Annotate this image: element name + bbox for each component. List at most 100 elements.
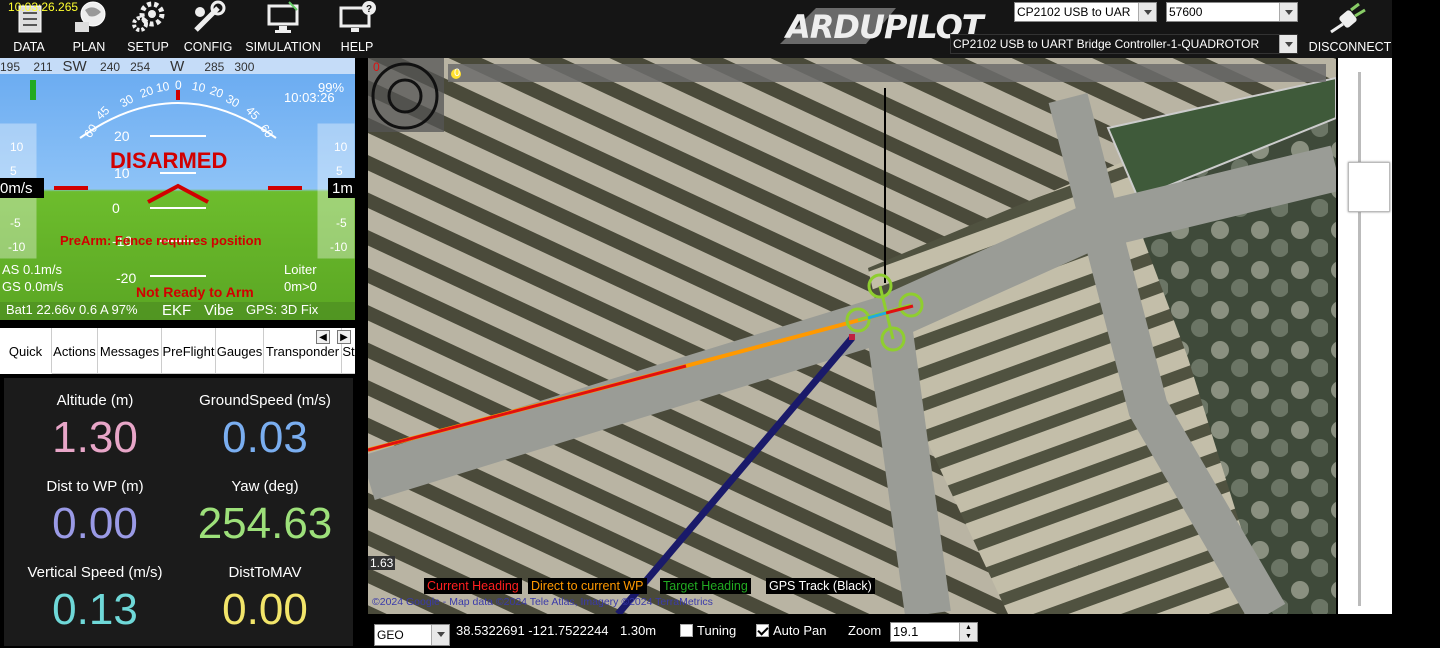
map-altitude: 1.30m [620,623,657,638]
map-scale-right: 0 [454,67,461,79]
spin-arrows-icon[interactable]: ▲ ▼ [959,623,977,641]
zoom-slider-track[interactable] [1338,58,1392,614]
tab-gauges[interactable]: Gauges [216,328,264,374]
menu-simulation[interactable]: SIMULATION [242,0,324,58]
quick-value: 0.03 [222,413,308,462]
compass-label: 240 [100,60,121,74]
menu-config-label: CONFIG [183,40,233,54]
map-copyright: ©2024 Google - Map data ©2024 Tele Atlas… [372,596,713,608]
vibe-status[interactable]: Vibe [204,302,234,319]
alt-tape-label: -10 [330,240,348,254]
map-scale-value: 1.63 [368,556,396,570]
menu-help-label: HELP [340,40,374,54]
port-select[interactable]: CP2102 USB to UAR [1014,2,1157,22]
zoom-stepper[interactable]: 19.1 ▲ ▼ [890,622,978,642]
speed-readout: 0m/s [0,180,33,197]
alt-tape-label: -5 [336,216,347,230]
pitch-label: -20 [116,270,137,286]
roll-label: 10 [154,78,171,96]
tuning-label: Tuning [697,623,737,638]
roll-label: 10 [190,78,207,96]
device-select-value: CP2102 USB to UART Bridge Controller-1-Q… [953,37,1260,51]
menu-setup-label: SETUP [127,40,169,54]
mission-planner-window: 10:03:26.265 DATA PLAN SETUP CONFIG SIMU… [0,0,1440,648]
not-ready-message: Not Ready to Arm [136,284,254,300]
tab-messages[interactable]: Messages [98,328,162,374]
legend-direct-to-wp: Direct to current WP [528,578,647,594]
quick-cell-vertical-speed[interactable]: Vertical Speed (m/s) 0.13 [10,564,180,635]
quick-cell-dist-to-wp[interactable]: Dist to WP (m) 0.00 [10,478,180,549]
waypoint-info: 0m>0 [284,279,317,294]
compass-label: 300 [234,60,255,74]
battery-readout: Bat1 22.66v 0.6 A 97% [6,302,138,317]
chevron-down-icon[interactable] [1279,3,1297,21]
hud-panel: 195 211 SW 240 254 W 285 300 99% 10:03:2… [0,58,355,320]
quick-value: 1.30 [52,413,138,462]
menu-simulation-label: SIMULATION [245,40,321,54]
chevron-down-icon[interactable] [1279,35,1297,53]
airspeed-readout: AS 0.1m/s [2,262,62,277]
hud-time: 10:03:26 [284,90,335,105]
satellite-imagery [368,58,1336,614]
autopan-label: Auto Pan [773,623,827,638]
roll-label: 0 [175,78,182,92]
zoom-value: 19.1 [893,624,919,639]
alt-tape-label: 5 [336,164,343,178]
autopan-checkbox[interactable]: Auto Pan [756,623,827,638]
legend-gps-track: GPS Track (Black) [766,578,875,594]
menu-help[interactable]: ? HELP [334,0,380,58]
zoom-slider-thumb[interactable] [1348,162,1390,212]
device-select[interactable]: CP2102 USB to UART Bridge Controller-1-Q… [950,34,1298,54]
ekf-status[interactable]: EKF [162,302,191,319]
compass-label: 195 [0,60,21,74]
tab-quick[interactable]: Quick [0,328,52,374]
quick-label: Altitude (m) [56,392,134,409]
system-clock: 10:03:26.265 [8,0,79,14]
tab-transponder[interactable]: Transponder [264,328,342,374]
tab-actions[interactable]: Actions [52,328,98,374]
tab-preflight[interactable]: PreFlight [162,328,216,374]
quick-panel: Altitude (m) 1.30 GroundSpeed (m/s) 0.03… [4,378,353,646]
menu-bar: 10:03:26.265 DATA PLAN SETUP CONFIG SIMU… [0,0,1392,58]
menu-setup[interactable]: SETUP [122,0,174,58]
baud-select-value: 57600 [1169,5,1203,19]
help-icon: ? [339,1,376,32]
pitch-label: 20 [114,128,130,144]
quick-label: Vertical Speed (m/s) [27,564,163,581]
map-coordinates: 38.5322691 -121.7522244 [456,623,609,638]
menu-data-label: DATA [13,40,45,54]
map-view[interactable]: 0 0 1.63 Current Heading Direct to curre… [368,58,1336,614]
tuning-checkbox[interactable]: Tuning [680,623,736,638]
tab-scroll-right-icon[interactable]: ▶ [337,330,351,344]
quick-value: 0.00 [222,585,308,634]
quick-cell-altitude[interactable]: Altitude (m) 1.30 [10,392,180,463]
checkbox-icon[interactable] [680,624,693,637]
checkbox-checked-icon[interactable] [756,624,769,637]
disconnect-button[interactable]: DISCONNECT [1308,40,1392,54]
menu-config[interactable]: CONFIG [180,0,236,58]
simulation-icon [267,1,299,33]
chevron-down-icon[interactable] [431,625,449,645]
speed-tape-label: -5 [10,216,21,230]
quick-cell-groundspeed[interactable]: GroundSpeed (m/s) 0.03 [180,392,350,463]
gps-status: GPS: 3D Fix [246,302,319,317]
zoom-slider-rail [1358,72,1361,606]
compass-label: SW [62,58,87,75]
armed-status: DISARMED [110,148,228,173]
map-status-bar: GEO 38.5322691 -121.7522244 1.30m Tuning… [368,614,1392,648]
baud-select[interactable]: 57600 [1166,2,1298,22]
quick-cell-dist-to-mav[interactable]: DistToMAV 0.00 [180,564,350,635]
compass-label: 211 [33,60,53,74]
coord-type-value: GEO [377,628,404,642]
tab-scroll-left-icon[interactable]: ◀ [316,330,330,344]
coord-type-select[interactable]: GEO [374,624,450,646]
speed-tape-label: 5 [10,164,17,178]
quick-cell-yaw[interactable]: Yaw (deg) 254.63 [180,478,350,549]
quick-value: 0.13 [52,585,138,634]
quick-label: Dist to WP (m) [46,478,144,495]
chevron-down-icon[interactable] [1138,3,1156,21]
plug-icon[interactable] [1325,2,1371,38]
map-scale-left: 0 [373,60,380,74]
legend-target-heading: Target Heading [660,578,751,594]
quick-value: 254.63 [197,499,333,548]
